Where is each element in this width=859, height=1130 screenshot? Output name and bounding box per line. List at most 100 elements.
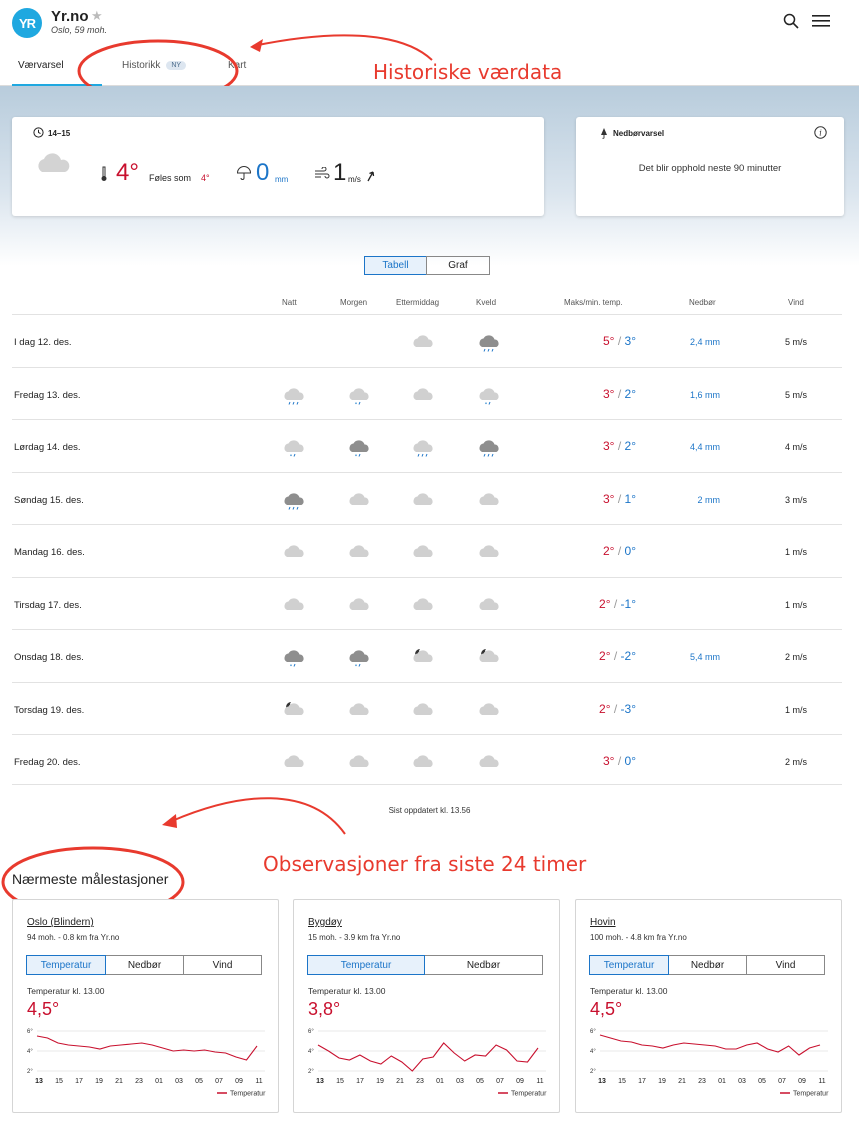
thermometer-icon xyxy=(101,166,107,181)
station-tab-1[interactable]: Nedbør xyxy=(105,955,184,975)
nedbor-title: Nedbørvarsel xyxy=(613,129,665,138)
weather-cloud-icon xyxy=(282,752,306,772)
station-tabs: Temperatur Nedbør xyxy=(307,955,543,975)
tab-label: Værvarsel xyxy=(18,60,64,71)
x-tick-label: 17 xyxy=(638,1078,646,1085)
min-temp: -2° xyxy=(620,649,636,663)
station-card: Oslo (Blindern) 94 moh. - 0.8 km fra Yr.n… xyxy=(12,899,279,1113)
temperature-series-line xyxy=(317,1042,539,1072)
max-temp: 2° xyxy=(599,596,611,611)
x-tick-label: 19 xyxy=(658,1078,666,1085)
table-row[interactable]: Onsdag 18. des. 2° / -2° 5,4 mm 2 m/s xyxy=(12,629,842,681)
header-precipitation: Nedbør xyxy=(689,298,716,307)
x-tick-label: 17 xyxy=(75,1078,83,1085)
table-row[interactable]: Torsdag 19. des. 2° / -3° 1 m/s xyxy=(12,681,842,734)
weather-sleet-icon xyxy=(347,385,371,405)
min-temp: 0° xyxy=(624,754,636,768)
row-day: Torsdag 19. des. xyxy=(14,704,85,716)
weather-cloud-icon xyxy=(411,490,435,510)
precip-unit: mm xyxy=(275,175,289,184)
table-row[interactable]: Fredag 13. des. 3° / 2° 1,6 mm 5 m/s xyxy=(12,366,842,419)
station-time-label: Temperatur kl. 13.00 xyxy=(27,986,105,996)
table-row[interactable]: I dag 12. des. 5° / 3° 2,4 mm 5 m/s xyxy=(12,314,842,366)
table-row[interactable]: Mandag 16. des. 2° / 0° 1 m/s xyxy=(12,524,842,576)
station-tab-0[interactable]: Temperatur xyxy=(307,955,425,975)
station-tab-2[interactable]: Vind xyxy=(183,955,262,975)
header-temperature: Maks/min. temp. xyxy=(564,298,623,307)
row-day: I dag 12. des. xyxy=(14,337,72,348)
table-row[interactable]: Tirsdag 17. des. 2° / -1° 1 m/s xyxy=(12,576,842,629)
row-temperature: 5° / 3° xyxy=(603,334,636,348)
menu-icon[interactable] xyxy=(812,14,830,28)
x-tick-label: 15 xyxy=(618,1078,626,1085)
max-temp: 2° xyxy=(599,649,611,663)
max-temp: 3° xyxy=(603,386,615,401)
legend-label: Temperatur xyxy=(793,1091,829,1098)
current-wind: 1 xyxy=(333,159,347,186)
graph-view-button[interactable]: Graf xyxy=(426,256,490,275)
row-temperature: 3° / 1° xyxy=(603,491,636,506)
x-tick-label: 01 xyxy=(718,1078,726,1085)
station-tab-2[interactable]: Vind xyxy=(746,955,825,975)
wind-icon xyxy=(315,167,330,179)
station-time-label: Temperatur kl. 13.00 xyxy=(590,986,668,996)
station-tabs: Temperatur Nedbør Vind xyxy=(26,955,262,975)
min-temp: 1° xyxy=(624,491,636,506)
table-row[interactable]: Søndag 15. des. 3° / 1° 2 mm 3 m/s xyxy=(12,471,842,524)
station-time-label: Temperatur kl. 13.00 xyxy=(308,986,386,996)
precipitation-forecast-card: Nedbørvarsel i Det blir opphold neste 90… xyxy=(576,117,844,216)
weather-cloud-icon xyxy=(347,700,371,720)
annotation-history: Historiske værdata xyxy=(373,60,563,84)
x-tick-label: 07 xyxy=(215,1078,223,1085)
row-day: Fredag 13. des. xyxy=(14,389,81,401)
table-row[interactable]: Lørdag 14. des. 3° / 2° 4,4 mm 4 m/s xyxy=(12,419,842,471)
row-temperature: 3° / 2° xyxy=(603,386,636,401)
weather-cloud-icon xyxy=(282,542,306,562)
row-wind: 5 m/s xyxy=(784,389,807,400)
search-icon[interactable] xyxy=(783,13,799,29)
station-card: Bygdøy 15 moh. - 3.9 km fra Yr.no Temperat… xyxy=(293,899,560,1113)
weather-cloud-icon xyxy=(411,752,435,772)
info-icon[interactable]: i xyxy=(814,126,827,139)
x-tick-label: 09 xyxy=(516,1078,524,1085)
yr-logo[interactable]: YR xyxy=(12,8,42,38)
min-temp: 2° xyxy=(624,386,636,401)
weather-cloud-icon xyxy=(411,542,435,562)
x-tick-label: 01 xyxy=(155,1078,163,1085)
x-tick-label: 17 xyxy=(356,1078,364,1085)
station-name[interactable]: Oslo (Blindern) xyxy=(27,917,94,928)
temperature-series-line xyxy=(599,1034,821,1056)
row-wind: 4 m/s xyxy=(784,442,807,452)
cloud-icon xyxy=(38,153,70,172)
station-tab-1[interactable]: Nedbør xyxy=(668,955,747,975)
weather-cloud-icon xyxy=(347,542,371,562)
weather-sleet-dark-icon xyxy=(282,647,306,667)
station-tab-1[interactable]: Nedbør xyxy=(424,955,543,975)
max-temp: 3° xyxy=(603,491,615,506)
x-tick-label: 05 xyxy=(758,1078,766,1085)
x-tick-label: 23 xyxy=(416,1078,424,1085)
row-wind: 2 m/s xyxy=(784,757,807,767)
table-row[interactable]: Fredag 20. des. 3° / 0° 2 m/s xyxy=(12,734,842,786)
table-view-button[interactable]: Tabell xyxy=(364,256,427,275)
weather-sleet-icon xyxy=(477,385,501,405)
weather-rain-icon xyxy=(411,437,435,457)
legend-label: Temperatur xyxy=(511,1091,547,1098)
y-tick-label: 4° xyxy=(27,1049,33,1055)
header-afternoon: Ettermiddag xyxy=(396,298,440,307)
station-name[interactable]: Hovin xyxy=(590,917,616,928)
max-temp: 2° xyxy=(599,701,611,716)
station-tab-0[interactable]: Temperatur xyxy=(589,955,669,975)
weather-cloud-icon xyxy=(477,595,501,615)
svg-text:i: i xyxy=(819,129,822,138)
row-wind: 1 m/s xyxy=(784,547,807,557)
weather-moon-cloud-icon xyxy=(411,647,435,667)
feels-like-value: 4° xyxy=(201,173,210,183)
row-day: Onsdag 18. des. xyxy=(14,652,84,663)
weather-moon-cloud-icon xyxy=(282,700,306,720)
x-tick-label: 23 xyxy=(698,1078,706,1085)
station-tab-0[interactable]: Temperatur xyxy=(26,955,106,975)
station-name[interactable]: Bygdøy xyxy=(308,917,342,928)
x-tick-label: 23 xyxy=(135,1078,143,1085)
row-day: Lørdag 14. des. xyxy=(14,442,81,453)
